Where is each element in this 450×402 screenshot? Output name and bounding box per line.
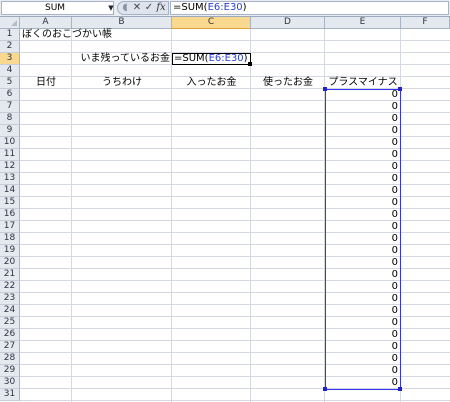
select-all-corner[interactable] — [0, 17, 20, 29]
header-breakdown[interactable]: うちわけ — [72, 77, 172, 89]
row-header[interactable]: 19 — [0, 245, 20, 257]
row-header[interactable]: 23 — [0, 293, 20, 305]
cancel-icon[interactable]: ✕ — [131, 2, 143, 14]
row-gridline — [20, 400, 450, 401]
row-header[interactable]: 17 — [0, 221, 20, 233]
row-header[interactable]: 21 — [0, 269, 20, 281]
row-header[interactable]: 16 — [0, 209, 20, 221]
row-header[interactable]: 12 — [0, 161, 20, 173]
header-date[interactable]: 日付 — [20, 77, 72, 89]
row-header[interactable]: 5 — [0, 77, 20, 89]
row-header[interactable]: 22 — [0, 281, 20, 293]
column-header-e[interactable]: E — [325, 17, 401, 29]
cell-b3-remaining-label[interactable]: いま残っているお金 — [74, 53, 171, 65]
header-expense[interactable]: 使ったお金 — [251, 77, 325, 89]
cell-c3-editing[interactable]: =SUM(E6:E30) — [172, 53, 251, 65]
row-header[interactable]: 7 — [0, 101, 20, 113]
row-header[interactable]: 15 — [0, 197, 20, 209]
row-header[interactable]: 6 — [0, 89, 20, 101]
row-header[interactable]: 13 — [0, 173, 20, 185]
fx-icon[interactable]: fx — [155, 2, 167, 14]
header-income[interactable]: 入ったお金 — [172, 77, 251, 89]
row-header[interactable]: 9 — [0, 125, 20, 137]
formula-controls: ◖ ✕ ✓ fx — [117, 1, 169, 15]
c3-prefix: =SUM( — [174, 53, 209, 64]
row-header[interactable]: 31 — [0, 389, 20, 401]
row-header[interactable]: 30 — [0, 377, 20, 389]
column-header-b[interactable]: B — [72, 17, 172, 29]
row-header[interactable]: 10 — [0, 137, 20, 149]
row-header[interactable]: 11 — [0, 149, 20, 161]
row-header[interactable]: 24 — [0, 305, 20, 317]
row-header[interactable]: 1 — [0, 29, 20, 41]
column-headers: A B C D E F — [0, 17, 450, 29]
header-balance[interactable]: プラスマイナス — [325, 77, 401, 89]
formula-ref: E6:E30 — [207, 2, 243, 13]
chevron-down-icon[interactable]: ▼ — [106, 1, 116, 15]
chevron-icon[interactable]: ◖ — [119, 2, 131, 14]
cell-a1-title[interactable]: ぼくのおこづかい帳 — [22, 29, 112, 41]
sheet-grid[interactable]: 1 2 3 4 5 6 7 8 9 10 11 12 13 14 15 16 17 18 19 20 21 22 23 24 2… — [0, 29, 450, 402]
range-handle-bottom-left[interactable] — [323, 387, 327, 391]
c3-ref: E6:E30 — [208, 53, 244, 64]
row-header[interactable]: 18 — [0, 233, 20, 245]
name-box[interactable]: SUM — [1, 1, 114, 15]
column-header-d[interactable]: D — [251, 17, 325, 29]
row-header[interactable]: 4 — [0, 65, 20, 77]
row-header[interactable]: 2 — [0, 41, 20, 53]
c3-suffix: ) — [243, 53, 248, 64]
row-header[interactable]: 3 — [0, 53, 20, 65]
row-header[interactable]: 20 — [0, 257, 20, 269]
row-header[interactable]: 26 — [0, 329, 20, 341]
range-handle-bottom-right[interactable] — [398, 387, 402, 391]
range-handle-top-right[interactable] — [398, 87, 402, 91]
row-header[interactable]: 14 — [0, 185, 20, 197]
fill-handle[interactable] — [248, 62, 252, 66]
enter-icon[interactable]: ✓ — [143, 2, 155, 14]
formula-suffix: ) — [242, 2, 247, 13]
row-header[interactable]: 25 — [0, 317, 20, 329]
column-header-c[interactable]: C — [172, 17, 251, 29]
row-header[interactable]: 27 — [0, 341, 20, 353]
formula-bar: SUM ▼ ◖ ✕ ✓ fx =SUM(E6:E30) — [0, 0, 450, 17]
column-header-a[interactable]: A — [20, 17, 72, 29]
reference-range-highlight — [325, 89, 401, 390]
row-header[interactable]: 29 — [0, 365, 20, 377]
row-header[interactable]: 28 — [0, 353, 20, 365]
range-handle-top-left[interactable] — [323, 87, 327, 91]
row-header[interactable]: 8 — [0, 113, 20, 125]
formula-input[interactable]: =SUM(E6:E30) — [170, 1, 449, 15]
column-header-f[interactable]: F — [401, 17, 450, 29]
formula-prefix: =SUM( — [173, 2, 208, 13]
